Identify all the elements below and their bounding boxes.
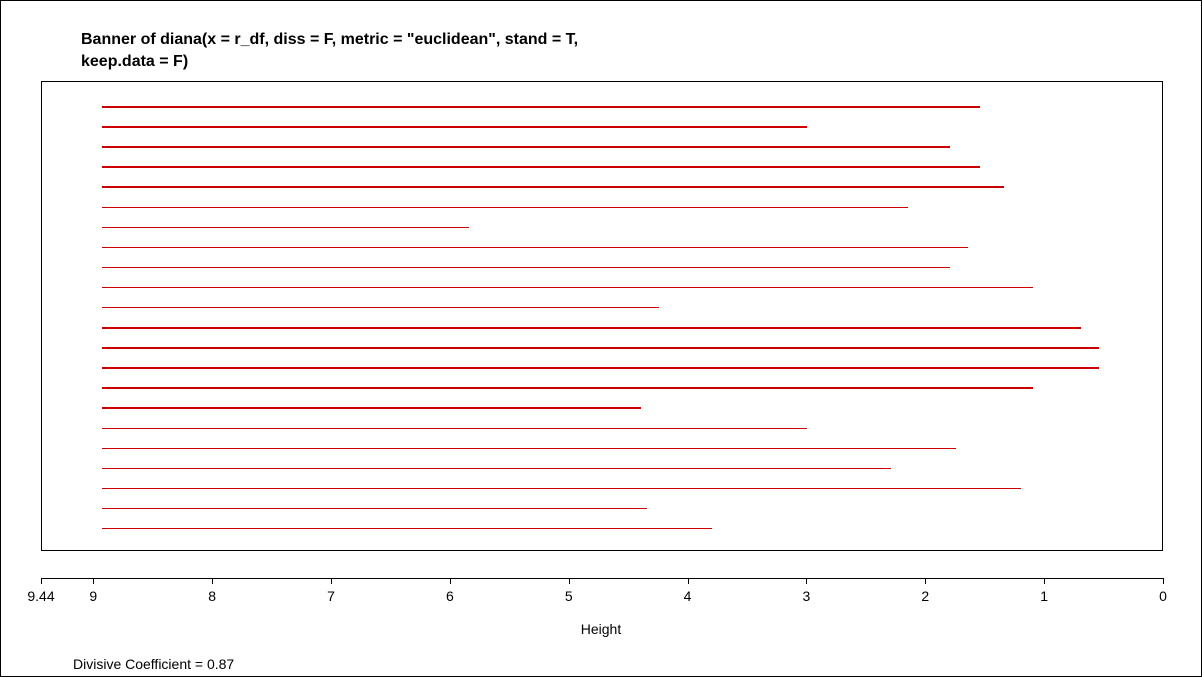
banner-bar [102,207,908,209]
banner-bar [102,327,1081,329]
x-tick-label: 3 [803,588,811,604]
banner-bar [102,166,980,168]
banner-bar [102,407,641,409]
title-line-1: Banner of diana(x = r_df, diss = F, metr… [81,29,578,51]
banner-bar [102,448,956,450]
x-tick [569,578,570,584]
banner-bar [102,468,891,470]
x-tick-label: 7 [327,588,335,604]
x-tick-label: 0 [1159,588,1167,604]
banner-bar [102,267,950,269]
x-tick-label: 5 [565,588,573,604]
banner-bar [102,528,712,530]
banner-bar [102,126,807,128]
x-tick [331,578,332,584]
banner-bar [102,146,950,148]
x-tick [450,578,451,584]
x-tick-label: 6 [446,588,454,604]
banner-bar [102,428,807,430]
x-axis: 9.449876543210 [41,566,1163,608]
x-tick [1163,578,1164,584]
x-axis-line [41,578,1163,579]
banner-bar [102,367,1099,369]
banner-bar [102,508,647,510]
x-tick-label: 9.44 [27,588,54,604]
x-tick [93,578,94,584]
banner-bar [102,247,968,249]
x-axis-label: Height [581,621,621,637]
x-tick-label: 2 [921,588,929,604]
banner-bar [102,488,1021,490]
banner-bar [102,387,1033,389]
banner-bar [102,106,980,108]
x-tick [41,578,42,584]
x-tick [688,578,689,584]
plot-area [41,81,1163,551]
bars-container [42,82,1162,550]
chart-title: Banner of diana(x = r_df, diss = F, metr… [81,29,578,73]
title-line-2: keep.data = F) [81,51,578,73]
banner-bar [102,307,659,309]
x-tick-label: 4 [684,588,692,604]
banner-bar [102,227,469,229]
x-tick-label: 1 [1040,588,1048,604]
x-tick [806,578,807,584]
banner-bar [102,287,1033,289]
x-tick-label: 9 [89,588,97,604]
banner-bar [102,186,1004,188]
divisive-coefficient-caption: Divisive Coefficient = 0.87 [73,656,234,672]
banner-bar [102,347,1099,349]
chart-page: Banner of diana(x = r_df, diss = F, metr… [0,0,1202,677]
x-tick [1044,578,1045,584]
x-tick [925,578,926,584]
x-tick [212,578,213,584]
x-tick-label: 8 [208,588,216,604]
